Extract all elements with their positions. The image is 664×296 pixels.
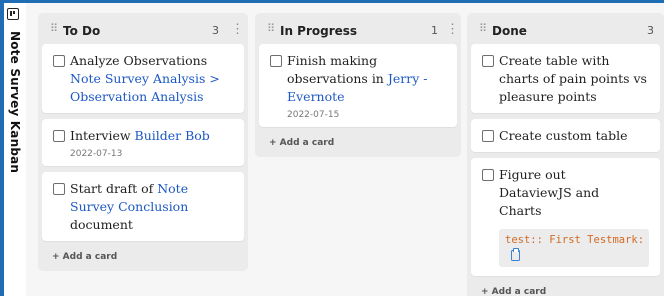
card-label: Interview	[70, 128, 135, 143]
drag-handle-icon[interactable]: ⠿	[50, 24, 58, 35]
more-vertical-icon[interactable]: ⋮	[446, 22, 459, 35]
drag-handle-icon[interactable]: ⠿	[267, 24, 275, 35]
add-card-button[interactable]: + Add a card	[259, 133, 457, 153]
card-label: Start draft of	[70, 181, 158, 196]
card-link[interactable]: Note Survey Analysis > Observation Analy…	[70, 71, 220, 104]
kanban-board: ⠿ To Do 3 ⋮ Analyze Observations Note Su…	[26, 3, 664, 296]
code-line: test:: First Testmark:	[505, 234, 645, 246]
sidebar: Note Survey Kanban	[4, 3, 26, 296]
lane-count: 1	[431, 24, 438, 37]
card-checkbox[interactable]	[53, 183, 65, 195]
card-checkbox[interactable]	[270, 55, 282, 67]
card-text: Finish making observations in Jerry - Ev…	[287, 52, 447, 106]
lane-done: ⠿ Done 3 Create table with charts of pai…	[467, 13, 664, 296]
card-text: Analyze Observations Note Survey Analysi…	[70, 52, 234, 106]
card-checkbox[interactable]	[482, 55, 494, 67]
card[interactable]: Figure out DataviewJS and Charts test:: …	[471, 158, 660, 276]
lane-title: To Do	[63, 24, 101, 38]
card-label: Finish making observations in	[287, 53, 388, 86]
lane-to-do: ⠿ To Do 3 ⋮ Analyze Observations Note Su…	[38, 13, 248, 271]
clipboard-icon[interactable]	[511, 248, 520, 261]
card-checkbox[interactable]	[53, 55, 65, 67]
card-checkbox[interactable]	[482, 169, 494, 181]
card-date: 2022-07-13	[70, 149, 123, 159]
lane-title: In Progress	[280, 24, 358, 38]
card-text: Interview Builder Bob	[70, 127, 210, 145]
kanban-board-icon[interactable]	[7, 8, 19, 20]
card[interactable]: Start draft of Note Survey Conclusion do…	[42, 172, 244, 241]
card[interactable]: Interview Builder Bob 2022-07-13	[42, 119, 244, 166]
lane-title: Done	[492, 24, 527, 38]
add-card-button[interactable]: + Add a card	[471, 282, 660, 296]
card[interactable]: Finish making observations in Jerry - Ev…	[259, 44, 457, 127]
code-block: test:: First Testmark:	[499, 229, 649, 267]
lane-header: ⠿ In Progress 1 ⋮	[259, 16, 459, 44]
card-text: Create custom table	[499, 128, 628, 143]
board-title: Note Survey Kanban	[8, 31, 22, 174]
lane-header: ⠿ To Do 3 ⋮	[42, 16, 244, 44]
lane-count: 3	[647, 24, 654, 37]
card-label-suffix: document	[70, 217, 133, 232]
card-date: 2022-07-15	[287, 110, 340, 120]
card-checkbox[interactable]	[482, 130, 494, 142]
card[interactable]: Create table with charts of pain points …	[471, 44, 660, 113]
card-link[interactable]: Builder Bob	[135, 128, 210, 143]
add-card-button[interactable]: + Add a card	[42, 247, 244, 267]
card-label: Analyze Observations	[70, 53, 208, 68]
card[interactable]: Create custom table	[471, 119, 660, 152]
card-checkbox[interactable]	[53, 130, 65, 142]
card[interactable]: Analyze Observations Note Survey Analysi…	[42, 44, 244, 113]
card-text: Create table with charts of pain points …	[499, 53, 647, 104]
more-vertical-icon[interactable]: ⋮	[231, 22, 244, 35]
lane-count: 3	[212, 24, 219, 37]
lane-header: ⠿ Done 3	[471, 16, 660, 44]
card-text: Figure out DataviewJS and Charts	[499, 167, 600, 218]
lane-in-progress: ⠿ In Progress 1 ⋮ Finish making observat…	[255, 13, 461, 157]
drag-handle-icon[interactable]: ⠿	[479, 24, 487, 35]
card-text: Start draft of Note Survey Conclusion do…	[70, 180, 234, 234]
